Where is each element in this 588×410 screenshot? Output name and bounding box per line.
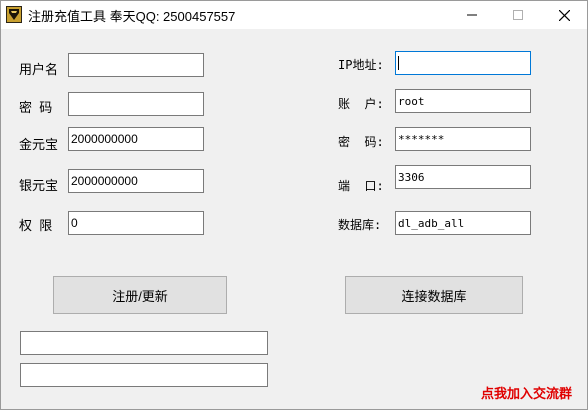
close-button[interactable] (541, 1, 587, 29)
window-title: 注册充值工具 奉天QQ: 2500457557 (28, 9, 236, 24)
permission-label: 权 限 (19, 218, 53, 233)
silver-ingot-label: 银元宝 (19, 178, 59, 193)
db-account-input[interactable]: root (395, 89, 531, 113)
ip-address-input[interactable] (395, 51, 531, 75)
db-port-label: 端 口: (338, 179, 384, 193)
ip-address-label: IP地址: (338, 58, 384, 72)
db-password-input[interactable]: ******* (395, 127, 531, 151)
password-input[interactable] (68, 92, 204, 116)
permission-input[interactable]: 0 (68, 211, 204, 235)
db-port-input[interactable]: 3306 (395, 165, 531, 189)
connect-database-button[interactable]: 连接数据库 (345, 276, 523, 314)
minimize-button[interactable] (449, 1, 495, 29)
silver-ingot-input[interactable]: 2000000000 (68, 169, 204, 193)
join-group-link[interactable]: 点我加入交流群 (481, 383, 572, 402)
db-account-label: 账 户: (338, 97, 384, 111)
username-label: 用户名 (19, 62, 59, 77)
database-name-input[interactable]: dl_adb_all (395, 211, 531, 235)
password-label: 密 码 (19, 100, 53, 115)
username-input[interactable] (68, 53, 204, 77)
title-bar[interactable]: 注册充值工具 奉天QQ: 2500457557 (1, 1, 587, 29)
register-update-button[interactable]: 注册/更新 (53, 276, 227, 314)
maximize-icon (513, 10, 523, 20)
gold-ingot-label: 金元宝 (19, 137, 59, 152)
status-field-2[interactable] (20, 363, 268, 387)
database-name-label: 数据库: (338, 218, 382, 232)
text-caret (398, 56, 399, 70)
app-window: 注册充值工具 奉天QQ: 2500457557 用户名 密 码 金元宝 2000… (0, 0, 588, 410)
maximize-button[interactable] (495, 1, 541, 29)
app-logo-icon (6, 6, 22, 23)
close-icon (558, 9, 570, 21)
gold-ingot-input[interactable]: 2000000000 (68, 127, 204, 151)
status-field-1[interactable] (20, 331, 268, 355)
minimize-icon (467, 14, 477, 16)
db-password-label: 密 码: (338, 135, 384, 149)
